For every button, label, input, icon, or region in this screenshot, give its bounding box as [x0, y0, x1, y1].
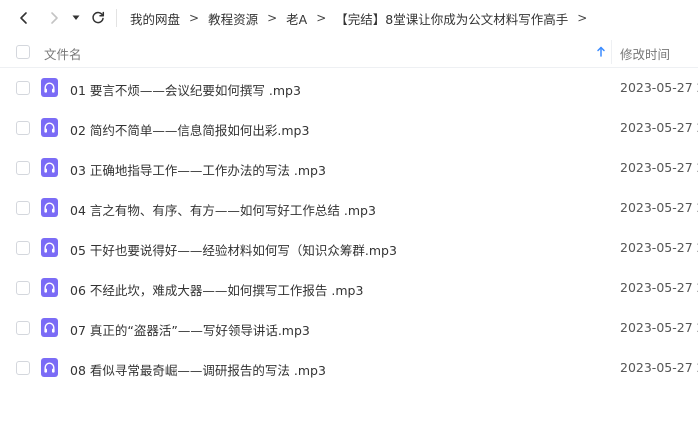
file-list-header: 文件名 修改时间	[0, 36, 698, 68]
audio-file-icon	[41, 118, 58, 137]
row-checkbox[interactable]	[16, 321, 30, 335]
arrow-up-icon[interactable]	[594, 45, 608, 59]
audio-file-icon	[41, 78, 58, 97]
toolbar: 我的网盘 > 教程资源 > 老A > 【完结】8堂课让你成为公文材料写作高手 >	[0, 0, 698, 36]
chevron-left-icon	[20, 12, 27, 24]
audio-file-icon	[41, 238, 58, 257]
breadcrumb-separator: >	[267, 11, 278, 25]
file-modified-time: 2023-05-27 2	[620, 80, 698, 95]
table-row[interactable]: 08 看似寻常最奇崛——调研报告的写法 .mp3 2023-05-27 2	[0, 348, 698, 388]
file-modified-time: 2023-05-27 2	[620, 120, 698, 135]
audio-file-icon	[41, 198, 58, 217]
forward-button[interactable]	[44, 8, 64, 28]
file-name[interactable]: 06 不经此坎，难成大器——如何撰写工作报告 .mp3	[70, 280, 363, 299]
file-name[interactable]: 08 看似寻常最奇崛——调研报告的写法 .mp3	[70, 360, 326, 379]
chevron-right-icon	[51, 12, 58, 24]
toolbar-divider	[116, 9, 117, 27]
column-header-modified-time[interactable]: 修改时间	[620, 44, 670, 63]
file-name[interactable]: 02 简约不简单——信息简报如何出彩.mp3	[70, 120, 309, 139]
file-name[interactable]: 07 真正的“盗器活”——写好领导讲话.mp3	[70, 320, 310, 339]
breadcrumb-item-root[interactable]: 我的网盘	[130, 9, 180, 28]
table-row[interactable]: 04 言之有物、有序、有方——如何写好工作总结 .mp3 2023-05-27 …	[0, 188, 698, 228]
row-checkbox[interactable]	[16, 241, 30, 255]
audio-file-icon	[41, 278, 58, 297]
file-modified-time: 2023-05-27 2	[620, 200, 698, 215]
row-checkbox[interactable]	[16, 281, 30, 295]
breadcrumb-separator: >	[316, 11, 327, 25]
file-name[interactable]: 04 言之有物、有序、有方——如何写好工作总结 .mp3	[70, 200, 376, 219]
refresh-button[interactable]	[88, 8, 108, 28]
refresh-icon	[92, 11, 105, 24]
table-row[interactable]: 03 正确地指导工作——工作办法的写法 .mp3 2023-05-27 2	[0, 148, 698, 188]
history-dropdown-button[interactable]	[68, 8, 84, 28]
column-header-name[interactable]: 文件名	[44, 44, 82, 63]
table-row[interactable]: 06 不经此坎，难成大器——如何撰写工作报告 .mp3 2023-05-27 2	[0, 268, 698, 308]
select-all-checkbox[interactable]	[16, 45, 30, 59]
row-checkbox[interactable]	[16, 81, 30, 95]
row-checkbox[interactable]	[16, 161, 30, 175]
caret-down-icon	[72, 15, 80, 20]
file-modified-time: 2023-05-27 2	[620, 320, 698, 335]
row-checkbox[interactable]	[16, 201, 30, 215]
file-modified-time: 2023-05-27 2	[620, 240, 698, 255]
row-checkbox[interactable]	[16, 361, 30, 375]
file-name[interactable]: 05 干好也要说得好——经验材料如何写（知识众筹群.mp3	[70, 240, 397, 259]
audio-file-icon	[41, 158, 58, 177]
back-button[interactable]	[14, 8, 34, 28]
file-modified-time: 2023-05-27 2	[620, 360, 698, 375]
breadcrumb-separator: >	[189, 11, 200, 25]
audio-file-icon	[41, 318, 58, 337]
table-row[interactable]: 07 真正的“盗器活”——写好领导讲话.mp3 2023-05-27 2	[0, 308, 698, 348]
table-row[interactable]: 05 干好也要说得好——经验材料如何写（知识众筹群.mp3 2023-05-27…	[0, 228, 698, 268]
breadcrumb: 我的网盘 > 教程资源 > 老A > 【完结】8堂课让你成为公文材料写作高手 >	[130, 0, 596, 36]
breadcrumb-item-folder[interactable]: 老A	[286, 9, 307, 28]
file-modified-time: 2023-05-27 2	[620, 160, 698, 175]
file-name[interactable]: 03 正确地指导工作——工作办法的写法 .mp3	[70, 160, 326, 179]
file-modified-time: 2023-05-27 2	[620, 280, 698, 295]
breadcrumb-separator: >	[577, 11, 588, 25]
row-checkbox[interactable]	[16, 121, 30, 135]
table-row[interactable]: 01 要言不烦——会议纪要如何撰写 .mp3 2023-05-27 2	[0, 68, 698, 108]
breadcrumb-item-current[interactable]: 【完结】8堂课让你成为公文材料写作高手	[335, 9, 568, 28]
file-name[interactable]: 01 要言不烦——会议纪要如何撰写 .mp3	[70, 80, 301, 99]
table-row[interactable]: 02 简约不简单——信息简报如何出彩.mp3 2023-05-27 2	[0, 108, 698, 148]
breadcrumb-item-tutorials[interactable]: 教程资源	[208, 9, 258, 28]
column-divider[interactable]	[611, 40, 612, 64]
audio-file-icon	[41, 358, 58, 377]
